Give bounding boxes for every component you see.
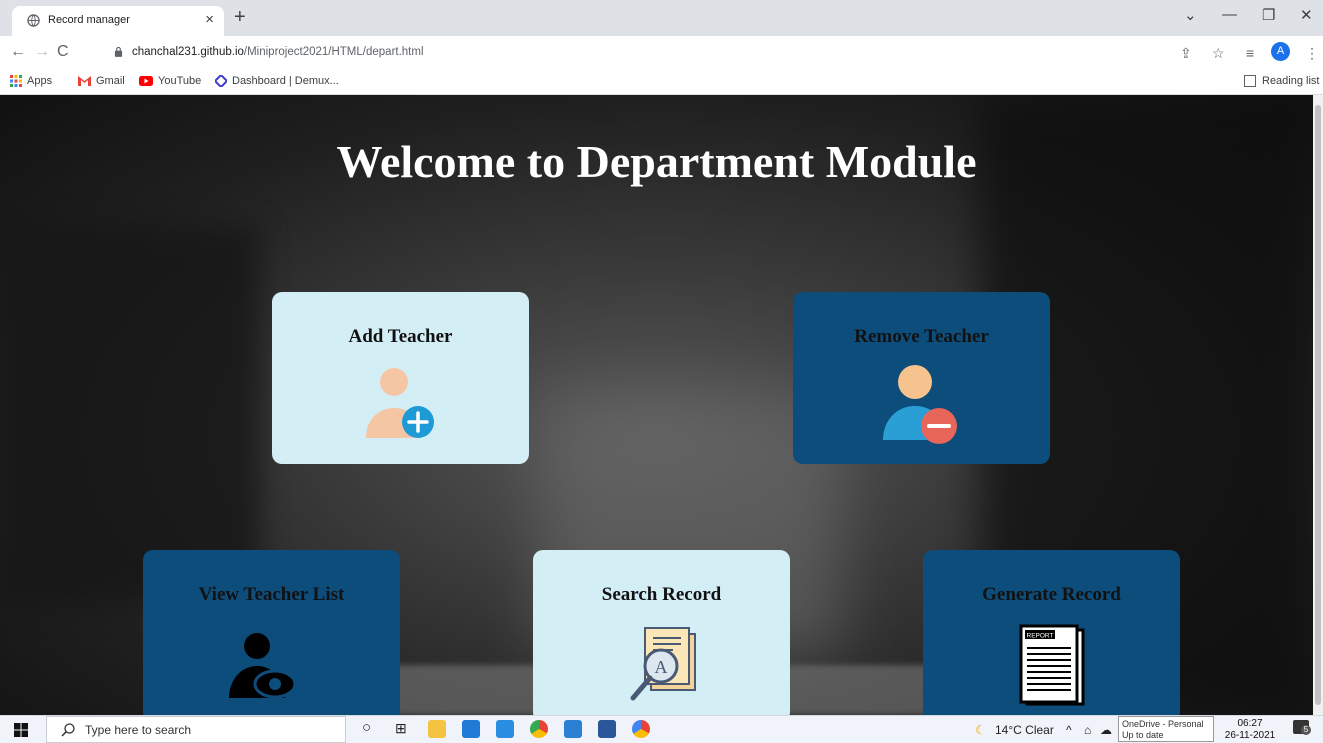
share-icon[interactable]: ⇪ (1180, 45, 1192, 62)
url-path: /Miniproject2021/HTML/depart.html (243, 46, 424, 58)
outlook-icon[interactable] (496, 720, 514, 738)
notification-center-icon[interactable]: 5 (1293, 720, 1311, 735)
remove-teacher-card[interactable]: Remove Teacher (793, 292, 1050, 464)
url-text: chanchal231.github.io/Miniproject2021/HT… (132, 46, 424, 58)
add-user-icon (366, 368, 434, 438)
card-label: Generate Record (982, 584, 1121, 605)
new-tab-button[interactable]: + (234, 6, 246, 28)
youtube-icon (139, 76, 153, 87)
vscode-icon[interactable] (564, 720, 582, 738)
weather-text[interactable]: 14°C Clear (995, 723, 1054, 737)
bookmark-youtube-label: YouTube (158, 75, 202, 87)
card-label: Add Teacher (348, 326, 453, 347)
bookmark-gmail[interactable]: Gmail (78, 75, 125, 87)
tab-close-icon[interactable]: × (205, 11, 214, 28)
onedrive-tray-icon[interactable]: ☁ (1100, 723, 1112, 737)
bookmark-apps-label: Apps (27, 75, 53, 87)
bookmark-dashboard-label: Dashboard | Demux... (232, 75, 339, 87)
taskbar-search-input[interactable]: Type here to search (46, 716, 346, 743)
remove-user-icon (883, 365, 957, 444)
bg-shape (0, 225, 260, 605)
card-label: Remove Teacher (854, 326, 989, 347)
page-scrollbar[interactable] (1313, 95, 1323, 715)
clock-time: 06:27 (1237, 718, 1263, 729)
taskbar-search-placeholder: Type here to search (85, 723, 192, 737)
search-icon (61, 723, 75, 737)
mail-icon[interactable] (462, 720, 480, 738)
menu-dots-icon[interactable]: ⋮ (1305, 45, 1319, 62)
clock-date: 26-11-2021 (1224, 730, 1276, 741)
reading-list-label: Reading list (1262, 75, 1320, 87)
card-label: View Teacher List (198, 584, 345, 605)
network-icon[interactable]: ⌂ (1084, 723, 1091, 737)
chrome-profile-icon[interactable] (632, 720, 650, 738)
word-icon[interactable] (598, 720, 616, 738)
report-icon: REPORT (1019, 624, 1085, 706)
apps-grid-icon (10, 75, 22, 88)
bookmark-star-icon[interactable]: ☆ (1212, 45, 1225, 62)
url-host: chanchal231.github.io (132, 46, 244, 58)
bookmark-youtube[interactable]: YouTube (139, 75, 201, 87)
lock-icon (114, 46, 123, 57)
tray-overflow-chevron-icon[interactable]: ^ (1066, 723, 1072, 737)
search-document-icon: A (630, 627, 696, 701)
reading-list-button[interactable]: Reading list (1244, 75, 1320, 88)
svg-text:A: A (655, 657, 668, 677)
address-bar[interactable]: chanchal231.github.io/Miniproject2021/HT… (104, 41, 1164, 65)
file-explorer-icon[interactable] (428, 720, 446, 738)
reload-icon[interactable]: C (57, 43, 69, 61)
browser-tab[interactable]: Record manager × (12, 6, 224, 36)
notification-count: 5 (1301, 725, 1311, 735)
bookmarks-bar: Apps Gmail YouTube Dashboard | Demux... … (0, 70, 1323, 95)
view-teacher-list-card[interactable]: View Teacher List (143, 550, 400, 715)
task-view-icon[interactable]: ⊞ (395, 720, 407, 737)
windows-start-icon[interactable] (14, 723, 28, 737)
onedrive-tooltip-status: Up to date (1122, 730, 1164, 740)
tab-title: Record manager (48, 14, 130, 26)
view-user-icon (229, 633, 297, 699)
taskbar-clock[interactable]: 06:27 26-11-2021 (1222, 718, 1278, 742)
demux-icon (215, 75, 227, 88)
search-record-card[interactable]: Search Record A (533, 550, 790, 715)
bookmark-apps[interactable]: Apps (10, 75, 53, 88)
onedrive-tooltip: OneDrive - Personal Up to date (1118, 716, 1214, 742)
scrollbar-thumb[interactable] (1315, 105, 1321, 705)
reading-list-icon (1244, 75, 1256, 88)
onedrive-tooltip-title: OneDrive - Personal (1122, 719, 1204, 729)
svg-text:REPORT: REPORT (1027, 633, 1054, 640)
generate-record-card[interactable]: Generate Record REPORT (923, 550, 1180, 715)
tab-search-chevron-icon[interactable]: ⌄ (1184, 6, 1197, 24)
add-teacher-card[interactable]: Add Teacher (272, 292, 529, 464)
back-icon[interactable]: ← (10, 43, 26, 61)
page-title: Welcome to Department Module (336, 136, 977, 187)
media-queue-icon[interactable]: ≡ (1246, 45, 1254, 61)
tab-strip: Record manager × + ⌄ — ❐ ✕ (0, 0, 1323, 36)
weather-moon-icon[interactable]: ☾ (975, 723, 986, 737)
forward-icon[interactable]: → (34, 43, 50, 61)
chrome-icon[interactable] (530, 720, 548, 738)
card-label: Search Record (601, 584, 722, 605)
page-background: Welcome to Department Module Add Teacher… (0, 95, 1313, 715)
browser-toolbar: ← → C chanchal231.github.io/Miniproject2… (0, 36, 1323, 70)
profile-avatar[interactable]: A (1271, 42, 1290, 61)
restore-icon[interactable]: ❐ (1262, 6, 1275, 24)
minimize-icon[interactable]: — (1222, 6, 1237, 23)
window-close-icon[interactable]: ✕ (1300, 6, 1313, 24)
bookmark-gmail-label: Gmail (96, 75, 125, 87)
globe-icon (27, 14, 40, 27)
cortana-icon[interactable]: ○ (362, 719, 371, 736)
bookmark-dashboard[interactable]: Dashboard | Demux... (215, 75, 339, 88)
gmail-icon (78, 76, 91, 87)
